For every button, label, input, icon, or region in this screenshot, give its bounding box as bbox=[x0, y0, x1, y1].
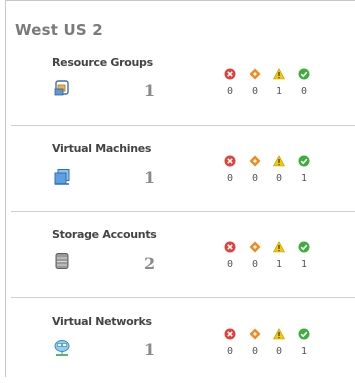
error-x-icon bbox=[224, 68, 236, 80]
error-count: 0 bbox=[226, 86, 234, 97]
virtual-machine-icon bbox=[54, 169, 70, 185]
critical-diamond-icon bbox=[249, 155, 261, 167]
warning-count: 1 bbox=[275, 259, 283, 270]
warning-status[interactable]: 0 bbox=[272, 155, 286, 184]
ok-status[interactable]: 1 bbox=[297, 155, 311, 184]
ok-count: 1 bbox=[300, 173, 308, 184]
error-count: 0 bbox=[226, 259, 234, 270]
critical-count: 0 bbox=[251, 86, 259, 97]
error-status[interactable]: 0 bbox=[223, 68, 237, 97]
warning-triangle-icon bbox=[273, 68, 285, 80]
critical-status[interactable]: 0 bbox=[248, 241, 262, 270]
warning-count: 0 bbox=[275, 173, 283, 184]
error-status[interactable]: 0 bbox=[223, 328, 237, 357]
critical-status[interactable]: 0 bbox=[248, 155, 262, 184]
region-title: West US 2 bbox=[15, 21, 103, 39]
virtual-network-icon bbox=[54, 340, 70, 356]
error-x-icon bbox=[224, 328, 236, 340]
section-divider bbox=[11, 297, 355, 298]
error-status[interactable]: 0 bbox=[223, 241, 237, 270]
ok-status[interactable]: 1 bbox=[297, 241, 311, 270]
warning-count: 1 bbox=[275, 86, 283, 97]
critical-count: 0 bbox=[251, 173, 259, 184]
ok-count: 1 bbox=[300, 259, 308, 270]
critical-status[interactable]: 0 bbox=[248, 328, 262, 357]
critical-count: 0 bbox=[251, 346, 259, 357]
warning-count: 0 bbox=[275, 346, 283, 357]
virtual-networks-section[interactable]: Virtual Networks 1 0 0 0 1 bbox=[11, 297, 355, 383]
resource-count: 1 bbox=[144, 168, 156, 187]
warning-status[interactable]: 0 bbox=[272, 328, 286, 357]
error-x-icon bbox=[224, 155, 236, 167]
section-title: Virtual Networks bbox=[52, 315, 152, 328]
ok-check-icon bbox=[298, 155, 310, 167]
warning-triangle-icon bbox=[273, 241, 285, 253]
ok-status[interactable]: 1 bbox=[297, 328, 311, 357]
warning-triangle-icon bbox=[273, 328, 285, 340]
storage-account-icon bbox=[55, 253, 69, 269]
critical-diamond-icon bbox=[249, 241, 261, 253]
critical-diamond-icon bbox=[249, 68, 261, 80]
warning-triangle-icon bbox=[273, 155, 285, 167]
error-status[interactable]: 0 bbox=[223, 155, 237, 184]
critical-diamond-icon bbox=[249, 328, 261, 340]
warning-status[interactable]: 1 bbox=[272, 241, 286, 270]
resource-count: 1 bbox=[144, 81, 156, 100]
warning-status[interactable]: 1 bbox=[272, 68, 286, 97]
ok-count: 0 bbox=[300, 86, 308, 97]
critical-status[interactable]: 0 bbox=[248, 68, 262, 97]
resource-group-icon bbox=[54, 80, 69, 96]
section-title: Resource Groups bbox=[52, 56, 153, 69]
critical-count: 0 bbox=[251, 259, 259, 270]
section-divider bbox=[11, 211, 355, 212]
resource-groups-section[interactable]: Resource Groups 1 0 0 1 0 bbox=[11, 38, 355, 124]
virtual-machines-section[interactable]: Virtual Machines 1 0 0 0 1 bbox=[11, 125, 355, 211]
ok-check-icon bbox=[298, 68, 310, 80]
section-title: Virtual Machines bbox=[52, 142, 152, 155]
error-count: 0 bbox=[226, 346, 234, 357]
ok-count: 1 bbox=[300, 346, 308, 357]
section-title: Storage Accounts bbox=[52, 228, 157, 241]
ok-check-icon bbox=[298, 241, 310, 253]
resource-count: 1 bbox=[144, 340, 156, 359]
ok-check-icon bbox=[298, 328, 310, 340]
ok-status[interactable]: 0 bbox=[297, 68, 311, 97]
resource-count: 2 bbox=[144, 254, 156, 273]
storage-accounts-section[interactable]: Storage Accounts 2 0 0 1 1 bbox=[11, 211, 355, 297]
region-panel: West US 2 Resource Groups 1 0 0 1 0 Virt… bbox=[5, 0, 355, 377]
section-divider bbox=[11, 125, 355, 126]
error-x-icon bbox=[224, 241, 236, 253]
error-count: 0 bbox=[226, 173, 234, 184]
